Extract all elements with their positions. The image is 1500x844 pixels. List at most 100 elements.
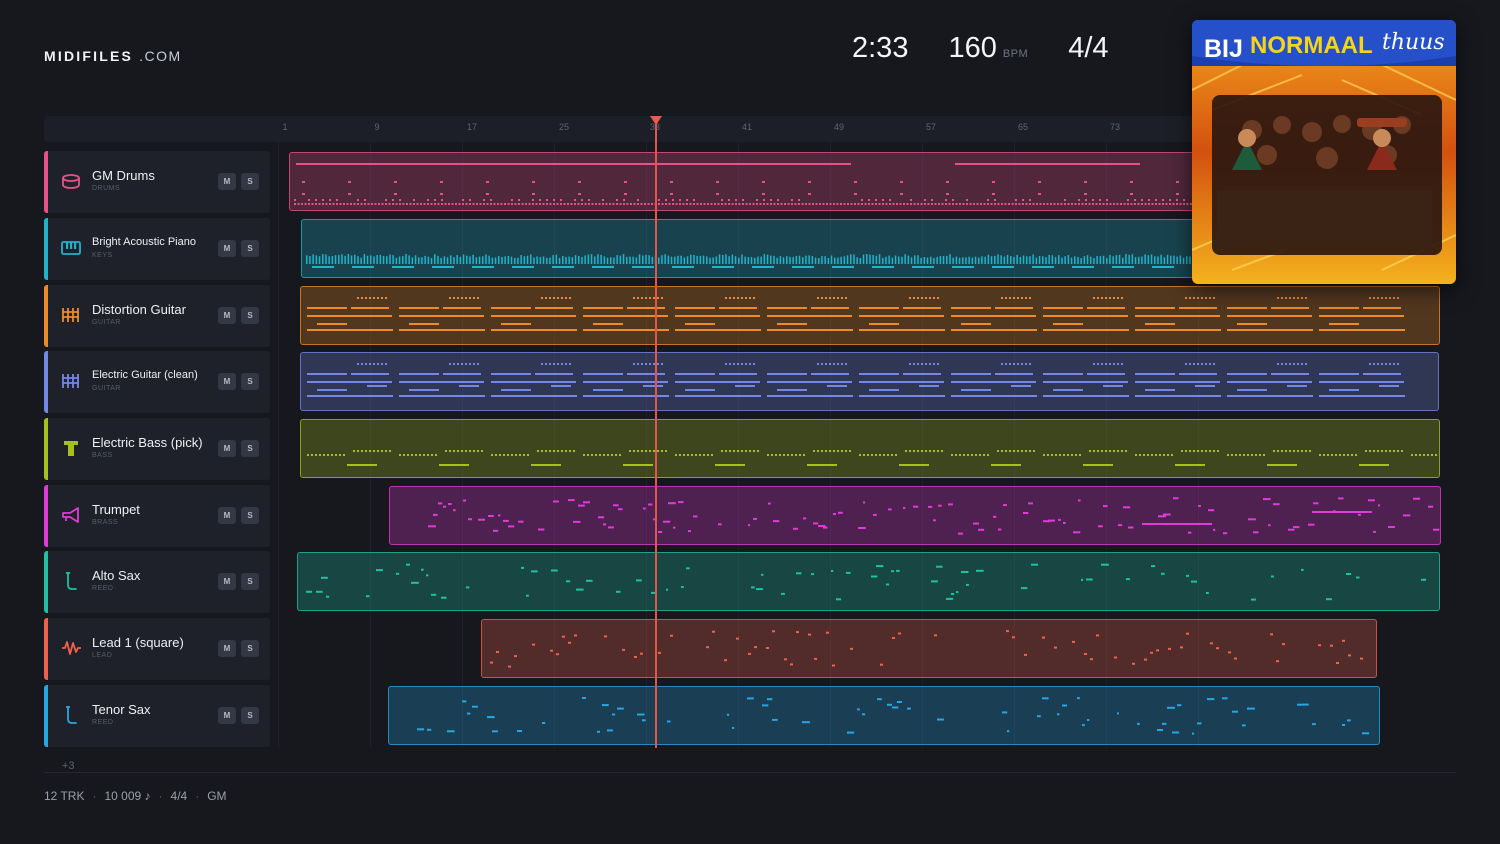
midi-clip-electric-bass-pick[interactable] bbox=[300, 419, 1440, 478]
note-pattern bbox=[428, 497, 1440, 535]
brand-name: MIDIFILES bbox=[44, 48, 134, 64]
ruler-tick: 25 bbox=[558, 122, 570, 132]
note-pattern bbox=[307, 450, 1437, 466]
playhead-marker-icon[interactable] bbox=[650, 116, 662, 125]
wave-icon bbox=[62, 641, 81, 655]
solo-button[interactable]: S bbox=[241, 707, 259, 724]
mute-button[interactable]: M bbox=[218, 307, 236, 324]
solo-button[interactable]: S bbox=[241, 440, 259, 457]
bass-icon bbox=[64, 441, 78, 456]
track-category: GUITAR bbox=[92, 319, 121, 326]
track-color-bar bbox=[44, 285, 48, 347]
note-pattern bbox=[307, 363, 1405, 397]
mute-button[interactable]: M bbox=[218, 507, 236, 524]
track-category: DRUMS bbox=[92, 185, 121, 192]
drum-icon bbox=[62, 174, 80, 189]
track-color-bar bbox=[44, 351, 48, 413]
solo-button[interactable]: S bbox=[241, 373, 259, 390]
guitar-grid-icon bbox=[62, 374, 79, 388]
ruler-tick: 17 bbox=[466, 122, 478, 132]
track-header-tenor-sax[interactable]: Tenor Sax REED M S bbox=[44, 685, 270, 747]
mute-button[interactable]: M bbox=[218, 640, 236, 657]
guitar-grid-icon bbox=[62, 308, 79, 322]
album-title-part3: thuus bbox=[1382, 30, 1445, 55]
more-tracks-indicator[interactable]: +3 bbox=[62, 760, 75, 772]
track-header-distortion-guitar[interactable]: Distortion Guitar GUITAR M S bbox=[44, 285, 270, 347]
solo-button[interactable]: S bbox=[241, 240, 259, 257]
track-header-bright-acoustic-piano[interactable]: Bright Acoustic Piano KEYS M S bbox=[44, 218, 270, 280]
note-pattern bbox=[490, 630, 1363, 668]
track-name: Bright Acoustic Piano bbox=[92, 236, 196, 248]
track-color-bar bbox=[44, 418, 48, 480]
track-name: Electric Bass (pick) bbox=[92, 435, 203, 450]
mute-button[interactable]: M bbox=[218, 173, 236, 190]
midi-standard: GM bbox=[207, 789, 227, 803]
track-color-bar bbox=[44, 218, 48, 280]
track-name: Lead 1 (square) bbox=[92, 635, 184, 650]
footer-summary: 12 TRK · 10 009 ♪ · 4/4 · GM bbox=[44, 789, 227, 803]
playhead[interactable] bbox=[655, 118, 657, 748]
note-pattern bbox=[417, 697, 1370, 735]
sax-icon bbox=[66, 706, 77, 724]
solo-button[interactable]: S bbox=[241, 307, 259, 324]
note-count: 10 009 ♪ bbox=[104, 789, 151, 803]
brand-domain: .COM bbox=[139, 48, 182, 64]
track-header-alto-sax[interactable]: Alto Sax REED M S bbox=[44, 551, 270, 613]
track-color-bar bbox=[44, 618, 48, 680]
track-category: BASS bbox=[92, 452, 113, 459]
mute-button[interactable]: M bbox=[218, 373, 236, 390]
track-header-electric-bass-pick[interactable]: Electric Bass (pick) BASS M S bbox=[44, 418, 270, 480]
time-signature: 4/4 bbox=[1068, 32, 1109, 64]
midi-clip-tenor-sax[interactable] bbox=[388, 686, 1380, 745]
footer-signature: 4/4 bbox=[170, 789, 188, 803]
track-color-bar bbox=[44, 685, 48, 747]
midi-clip-electric-guitar-clean[interactable] bbox=[300, 352, 1439, 411]
mute-button[interactable]: M bbox=[218, 573, 236, 590]
solo-button[interactable]: S bbox=[241, 507, 259, 524]
mute-button[interactable]: M bbox=[218, 440, 236, 457]
song-stats: 2:33 160 BPM 4/4 bbox=[852, 32, 1109, 65]
mute-button[interactable]: M bbox=[218, 240, 236, 257]
tempo-value: 160 bbox=[948, 32, 997, 64]
ruler-tick: 1 bbox=[282, 122, 288, 132]
mute-button[interactable]: M bbox=[218, 707, 236, 724]
brand-logo: MIDIFILES .COM bbox=[44, 48, 182, 64]
track-category: KEYS bbox=[92, 252, 113, 259]
midi-clip-distortion-guitar[interactable] bbox=[300, 286, 1440, 345]
track-category: LEAD bbox=[92, 652, 113, 659]
midi-clip-trumpet[interactable] bbox=[389, 486, 1441, 545]
track-category: REED bbox=[92, 585, 114, 592]
track-name: Electric Guitar (clean) bbox=[92, 369, 198, 381]
ruler-tick: 41 bbox=[741, 122, 753, 132]
track-header-lead-1-square[interactable]: Lead 1 (square) LEAD M S bbox=[44, 618, 270, 680]
solo-button[interactable]: S bbox=[241, 573, 259, 590]
midi-clip-alto-sax[interactable] bbox=[297, 552, 1440, 611]
midi-clip-lead-1-square[interactable] bbox=[481, 619, 1377, 678]
track-color-bar bbox=[44, 485, 48, 547]
album-title-part1: BIJ bbox=[1204, 35, 1243, 63]
track-color-bar bbox=[44, 551, 48, 613]
footer-divider bbox=[44, 772, 1456, 773]
piano-icon bbox=[61, 241, 81, 255]
album-cover-art: BIJ NORMAAL thuus bbox=[1192, 20, 1456, 284]
ruler-tick: 73 bbox=[1109, 122, 1121, 132]
track-header-electric-guitar-clean[interactable]: Electric Guitar (clean) GUITAR M S bbox=[44, 351, 270, 413]
ruler-tick: 9 bbox=[374, 122, 380, 132]
solo-button[interactable]: S bbox=[241, 173, 259, 190]
track-name: GM Drums bbox=[92, 168, 155, 183]
track-color-bar bbox=[44, 151, 48, 213]
album-title-part2: NORMAAL bbox=[1250, 32, 1373, 59]
note-pattern bbox=[307, 297, 1405, 331]
duration: 2:33 bbox=[852, 32, 909, 64]
track-name: Distortion Guitar bbox=[92, 302, 186, 317]
solo-button[interactable]: S bbox=[241, 640, 259, 657]
track-name: Trumpet bbox=[92, 502, 140, 517]
trumpet-icon bbox=[62, 507, 79, 523]
track-category: GUITAR bbox=[92, 385, 121, 392]
track-header-trumpet[interactable]: Trumpet BRASS M S bbox=[44, 485, 270, 547]
track-category: BRASS bbox=[92, 519, 119, 526]
ruler-tick: 49 bbox=[833, 122, 845, 132]
track-header-gm-drums[interactable]: GM Drums DRUMS M S bbox=[44, 151, 270, 213]
tempo-unit: BPM bbox=[1002, 48, 1029, 60]
ruler-tick: 65 bbox=[1017, 122, 1029, 132]
